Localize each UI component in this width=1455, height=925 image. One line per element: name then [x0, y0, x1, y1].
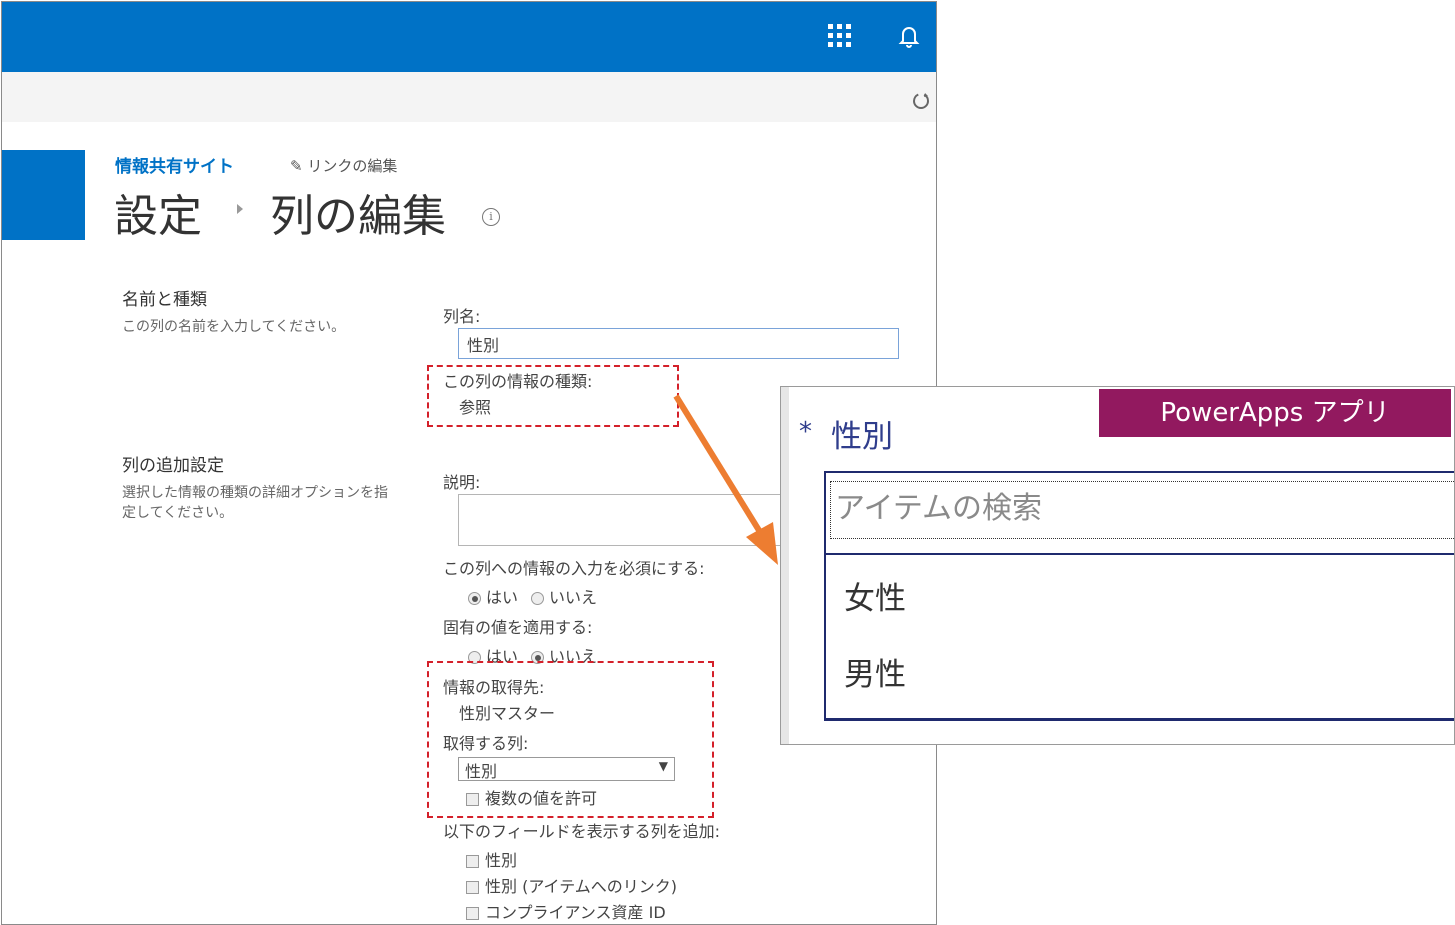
sync-icon[interactable]: [910, 90, 932, 116]
waffle-icon[interactable]: [828, 24, 852, 48]
add-col-3-checkbox[interactable]: コンプライアンス資産 ID: [466, 899, 666, 923]
list-item-female[interactable]: 女性: [844, 573, 906, 618]
powerapps-badge: PowerApps アプリ: [1099, 389, 1451, 437]
powerapps-panel: PowerApps アプリ * 性別 アイテムの検索 女性 男性: [780, 386, 1455, 745]
checkbox-icon: [466, 907, 479, 920]
add-col-1-label: 性別: [485, 851, 518, 870]
section-name-type-desc: この列の名前を入力してください。: [122, 319, 346, 335]
breadcrumb-arrow-icon: [237, 204, 243, 214]
search-input[interactable]: アイテムの検索: [830, 481, 1454, 539]
section-name-type-title: 名前と種類: [122, 290, 207, 310]
section-additional-desc-2: 定してください。: [122, 505, 234, 521]
column-name-input[interactable]: [458, 328, 899, 359]
required-label: この列への情報の入力を必須にする:: [443, 559, 705, 578]
powerapps-dropdown-list: 女性 男性: [824, 555, 1454, 721]
command-bar: [2, 72, 936, 122]
column-name-label: 列名:: [443, 307, 481, 326]
powerapps-search-box[interactable]: アイテムの検索: [824, 471, 1454, 555]
panel-left-bar: [781, 387, 789, 744]
section-additional-title: 列の追加設定: [122, 456, 224, 476]
annotation-box-type: [427, 365, 679, 427]
section-additional-desc-1: 選択した情報の種類の詳細オプションを指: [122, 485, 388, 501]
suite-bar: [2, 2, 936, 72]
edit-links-link[interactable]: ✎ リンクの編集: [290, 155, 397, 176]
annotation-box-source: [427, 661, 714, 818]
checkbox-icon: [466, 881, 479, 894]
powerapps-field-label: 性別: [831, 419, 893, 455]
add-col-2-label: 性別 (アイテムへのリンク): [485, 877, 677, 896]
add-col-2-checkbox[interactable]: 性別 (アイテムへのリンク): [466, 873, 677, 897]
site-name-link[interactable]: 情報共有サイト: [115, 152, 234, 177]
info-icon[interactable]: i: [482, 208, 500, 226]
required-no-radio[interactable]: いいえ: [531, 584, 597, 608]
unique-label: 固有の値を適用する:: [443, 618, 593, 637]
add-col-1-checkbox[interactable]: 性別: [466, 847, 517, 871]
bell-icon[interactable]: [898, 24, 920, 50]
site-logo-tile[interactable]: [2, 150, 85, 240]
required-yes-label: はい: [486, 588, 519, 607]
required-no-label: いいえ: [549, 588, 598, 607]
pencil-icon: ✎: [290, 157, 303, 175]
radio-unchecked-icon: [531, 592, 544, 605]
radio-checked-icon: [468, 592, 481, 605]
add-columns-label: 以下のフィールドを表示する列を追加:: [443, 822, 721, 841]
add-col-3-label: コンプライアンス資産 ID: [485, 903, 666, 922]
page-title: 列の編集: [270, 191, 446, 242]
list-item-male[interactable]: 男性: [844, 649, 906, 694]
breadcrumb-settings[interactable]: 設定: [114, 180, 202, 244]
description-label: 説明:: [443, 473, 481, 492]
sync-icon[interactable]: [2, 72, 24, 94]
required-asterisk: *: [799, 417, 812, 447]
edit-links-label: リンクの編集: [307, 157, 398, 175]
checkbox-icon: [466, 855, 479, 868]
required-yes-radio[interactable]: はい: [468, 584, 518, 608]
